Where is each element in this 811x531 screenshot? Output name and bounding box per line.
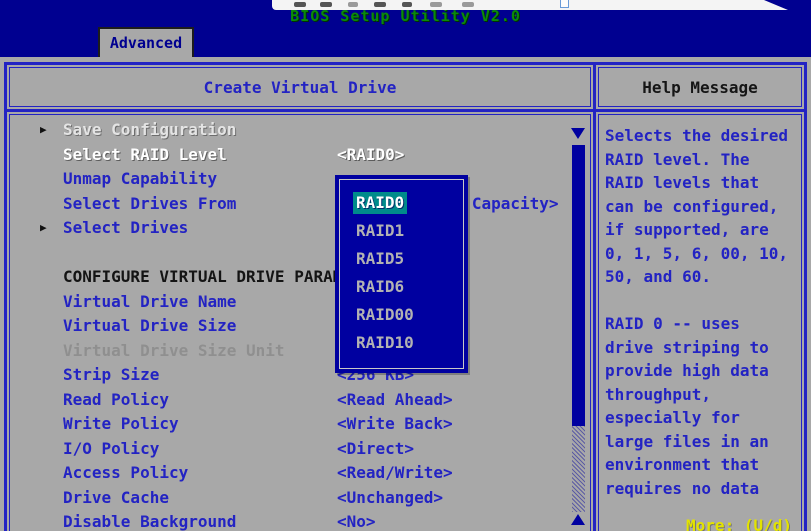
menu-item-access-policy[interactable]: Access Policy <Read/Write> <box>11 461 589 486</box>
help-panel-body: Selects the desired RAID level. The RAID… <box>596 112 804 531</box>
host-toolbar-icon-fragment[interactable] <box>320 2 332 7</box>
menu-item-label: Select RAID Level <box>63 143 227 168</box>
tab-advanced[interactable]: Advanced <box>98 27 194 57</box>
scrollbar-track[interactable] <box>572 426 585 512</box>
host-toolbar-icon-fragment[interactable] <box>348 2 358 7</box>
more-indicator: More: (U/d) <box>686 516 792 531</box>
menu-item-write-policy[interactable]: Write Policy <Write Back> <box>11 412 589 437</box>
host-toolbar-checkbox-icon[interactable] <box>560 0 569 8</box>
menu-item-virtual-drive-name[interactable]: Virtual Drive Name <box>11 290 589 315</box>
menu-item-label: Select Drives <box>63 216 188 241</box>
menu-item-label: Select Drives From <box>63 192 236 217</box>
left-panel-body: ▶ Save ConfigurationSelect RAID Level <RAI… <box>7 112 593 531</box>
menu-item-value: <Direct> <box>337 437 414 462</box>
submenu-arrow-icon: ▶ <box>40 118 47 143</box>
raid-option-label: RAID1 <box>353 220 407 242</box>
host-toolbar-icon-fragment[interactable] <box>402 2 412 7</box>
menu-item-select-drives[interactable]: ▶ Select Drives <box>11 216 589 241</box>
menu-item-select-raid-level[interactable]: Select RAID Level <RAID0> <box>11 143 589 168</box>
menu-item-label: Virtual Drive Size <box>63 314 236 339</box>
menu-item-label: Drive Cache <box>63 486 169 511</box>
raid-option-label: RAID6 <box>353 276 407 298</box>
menu-item-label: Virtual Drive Name <box>63 290 236 315</box>
raid-option-raid00[interactable]: RAID00 <box>356 304 463 332</box>
raid-option-raid10[interactable]: RAID10 <box>356 332 463 360</box>
help-panel-header: Help Message <box>596 65 804 109</box>
menu-item-label: Read Policy <box>63 388 169 413</box>
raid-option-label: RAID00 <box>353 304 417 326</box>
menu-item-label: Strip Size <box>63 363 159 388</box>
scroll-up-arrow-icon[interactable] <box>571 128 585 139</box>
raid-level-option-list: RAID0 RAID1 RAID5 RAID6 RAID00 RAID10 <box>339 179 464 369</box>
setup-window: Create Virtual Drive Help Message ▶ Save … <box>4 62 807 531</box>
menu-item-label: Unmap Capability <box>63 167 217 192</box>
menu-item-label: Virtual Drive Size Unit <box>63 339 285 364</box>
menu-item-read-policy[interactable]: Read Policy <Read Ahead> <box>11 388 589 413</box>
menu-item-virtual-drive-size[interactable]: Virtual Drive Size <box>11 314 589 339</box>
menu-item-unmap-capability[interactable]: Unmap Capability <box>11 167 589 192</box>
menu-item-value: <Unchanged> <box>337 486 443 511</box>
menu-item-select-drives-from[interactable]: Select Drives From<Unconfigured Capacity… <box>11 192 589 217</box>
scrollbar-thumb[interactable] <box>572 145 585 426</box>
settings-menu: ▶ Save ConfigurationSelect RAID Level <RAI… <box>11 116 589 531</box>
menu-item-save-configuration[interactable]: ▶ Save Configuration <box>11 118 589 143</box>
menu-item-value: <No> <box>337 510 376 531</box>
menu-item-value: <Read/Write> <box>337 461 453 486</box>
raid-option-label: RAID5 <box>353 248 407 270</box>
help-message-text: Selects the desired RAID level. The RAID… <box>605 124 800 500</box>
submenu-arrow-icon: ▶ <box>40 216 47 241</box>
menu-item-label: Disable Background <box>63 510 236 531</box>
menu-item-value: <Write Back> <box>337 412 453 437</box>
raid-option-raid1[interactable]: RAID1 <box>356 220 463 248</box>
host-toolbar-icon-fragment[interactable] <box>294 2 306 7</box>
menu-item-label: Access Policy <box>63 461 188 486</box>
menu-item-disable-background[interactable]: Disable Background <No> <box>11 510 589 531</box>
raid-option-raid5[interactable]: RAID5 <box>356 248 463 276</box>
menu-item-value: <RAID0> <box>337 143 404 168</box>
raid-option-raid0[interactable]: RAID0 <box>356 192 463 220</box>
host-toolbar <box>272 0 788 10</box>
menu-item-virtual-drive-size-unit[interactable]: Virtual Drive Size Unit <box>11 339 589 364</box>
host-toolbar-icon-fragment[interactable] <box>374 2 386 7</box>
raid-option-label: RAID0 <box>353 192 407 214</box>
raid-option-label: RAID10 <box>353 332 417 354</box>
left-panel-title: Create Virtual Drive <box>204 78 397 97</box>
raid-level-dropdown: RAID0 RAID1 RAID5 RAID6 RAID00 RAID10 <box>335 175 468 373</box>
raid-option-raid6[interactable]: RAID6 <box>356 276 463 304</box>
menu-item-label: I/O Policy <box>63 437 159 462</box>
host-toolbar-icon-fragment[interactable] <box>462 2 474 7</box>
menu-item-value: <Read Ahead> <box>337 388 453 413</box>
menu-item-label: Write Policy <box>63 412 179 437</box>
menu-item-i-o-policy[interactable]: I/O Policy <Direct> <box>11 437 589 462</box>
host-toolbar-icon-fragment[interactable] <box>430 2 442 7</box>
left-panel-header: Create Virtual Drive <box>7 65 593 109</box>
menu-item-strip-size[interactable]: Strip Size<256 KB> <box>11 363 589 388</box>
menu-item-label: Save Configuration <box>63 118 236 143</box>
help-panel-title: Help Message <box>642 78 758 97</box>
menu-section-header: CONFIGURE VIRTUAL DRIVE PARAMETERS: <box>11 265 589 290</box>
scroll-down-arrow-icon[interactable] <box>571 514 585 525</box>
menu-spacer <box>11 241 589 266</box>
menu-item-drive-cache[interactable]: Drive Cache <Unchanged> <box>11 486 589 511</box>
